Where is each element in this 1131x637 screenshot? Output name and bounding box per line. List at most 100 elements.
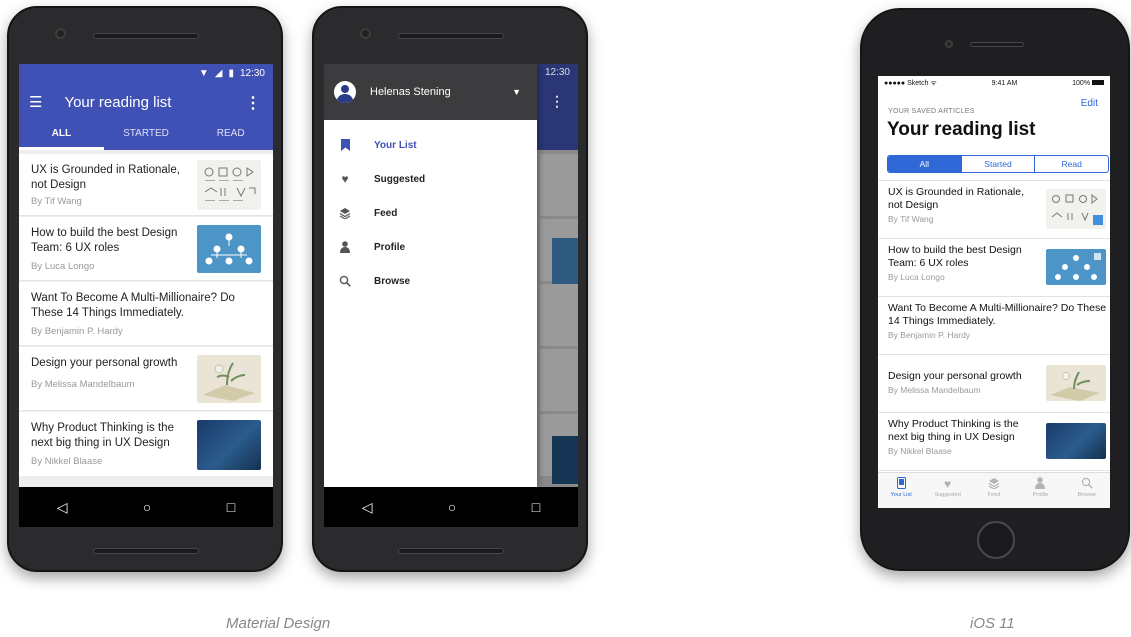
segmented-control: All Started Read bbox=[887, 155, 1109, 173]
system-nav-bar: ◁ ○ □ bbox=[19, 487, 273, 527]
article-author: By Luca Longo bbox=[888, 272, 945, 282]
article-title: Why Product Thinking is the next big thi… bbox=[31, 422, 174, 449]
section-subtitle: YOUR SAVED ARTICLES bbox=[888, 108, 975, 115]
front-camera bbox=[360, 28, 371, 39]
navigation-drawer: Helenas Stening ▼ Your List ♥ Suggested … bbox=[324, 64, 537, 487]
tab-suggested[interactable]: ♥ Suggested bbox=[924, 473, 970, 508]
drawer-item-label: Feed bbox=[374, 207, 398, 219]
home-button[interactable] bbox=[977, 521, 1015, 559]
drawer-item-label: Your List bbox=[374, 139, 417, 151]
app-bar: ☰ Your reading list ⋮ bbox=[19, 82, 273, 122]
segment-all[interactable]: All bbox=[888, 156, 961, 172]
home-icon[interactable]: ○ bbox=[143, 499, 151, 515]
more-vert-icon[interactable]: ⋮ bbox=[245, 93, 261, 113]
list-item[interactable]: Design your personal growth By Melissa M… bbox=[19, 347, 273, 411]
tab-browse[interactable]: Browse bbox=[1064, 473, 1110, 508]
drawer-item-your-list[interactable]: Your List bbox=[324, 128, 537, 162]
tab-profile[interactable]: Profile bbox=[1017, 473, 1063, 508]
caption-material: Material Design bbox=[226, 615, 331, 632]
back-icon[interactable]: ◁ bbox=[362, 499, 373, 516]
back-icon[interactable]: ◁ bbox=[57, 499, 68, 516]
list-item[interactable]: Want To Become A Multi-Millionaire? Do T… bbox=[878, 297, 1110, 355]
tab-started[interactable]: STARTED bbox=[104, 122, 189, 150]
drawer-item-label: Suggested bbox=[374, 173, 426, 185]
more-vert-icon: ⋮ bbox=[550, 93, 564, 109]
list-item[interactable]: How to build the best Design Team: 6 UX … bbox=[878, 239, 1110, 297]
article-author: By Benjamin P. Hardy bbox=[888, 330, 971, 340]
battery-icon: ▮ bbox=[228, 67, 234, 79]
drawer-item-profile[interactable]: Profile bbox=[324, 230, 537, 264]
signal-icon: ◢ bbox=[214, 67, 223, 79]
list-item[interactable]: Why Product Thinking is the next big thi… bbox=[878, 413, 1110, 471]
heart-icon: ♥ bbox=[341, 172, 349, 186]
tab-your-list[interactable]: Your List bbox=[878, 473, 924, 508]
drawer-item-label: Browse bbox=[374, 275, 411, 287]
status-time: 12:30 bbox=[544, 67, 570, 78]
segment-started[interactable]: Started bbox=[960, 156, 1035, 172]
status-bar: ●●●●● Sketch ᯤ 9:41 AM 100% bbox=[878, 76, 1110, 90]
menu-icon[interactable]: ☰ bbox=[29, 93, 42, 111]
tab-feed[interactable]: Feed bbox=[971, 473, 1017, 508]
article-thumbnail bbox=[1046, 365, 1106, 401]
article-author: By Nikkel Blaase bbox=[31, 456, 103, 467]
list-item[interactable]: UX is Grounded in Rationale, not Design … bbox=[878, 181, 1110, 239]
edit-button[interactable]: Edit bbox=[1081, 98, 1098, 109]
wifi-icon: ▼ bbox=[198, 67, 209, 79]
article-thumbnail bbox=[1046, 249, 1106, 285]
article-author: By Nikkel Blaase bbox=[888, 446, 952, 456]
top-speaker bbox=[970, 42, 1024, 47]
status-bar: ▼ ◢ ▮ 12:30 bbox=[19, 64, 273, 82]
person-icon bbox=[338, 240, 352, 254]
article-title: Design your personal growth bbox=[31, 357, 178, 369]
tab-read[interactable]: READ bbox=[188, 122, 273, 150]
drawer-item-feed[interactable]: Feed bbox=[324, 196, 537, 230]
front-camera bbox=[945, 40, 953, 48]
tab-bar: Your List ♥ Suggested Feed Profile Browse bbox=[878, 472, 1110, 508]
article-thumbnail bbox=[197, 160, 261, 210]
person-icon bbox=[1017, 477, 1063, 492]
search-icon bbox=[1064, 477, 1110, 492]
android-phone-drawer: 12:30 ⋮ Helenas Stening ▼ Your List ♥ Su… bbox=[312, 6, 588, 572]
iphone: ●●●●● Sketch ᯤ 9:41 AM 100% YOUR SAVED A… bbox=[860, 8, 1130, 571]
list-item[interactable]: Why Product Thinking is the next big thi… bbox=[19, 412, 273, 476]
article-title: Want To Become A Multi-Millionaire? Do T… bbox=[888, 302, 1107, 327]
status-time: 12:30 bbox=[239, 67, 265, 79]
battery-label: 100% bbox=[1072, 80, 1104, 87]
recents-icon[interactable]: □ bbox=[227, 499, 235, 515]
article-title: Why Product Thinking is the next big thi… bbox=[888, 418, 1019, 443]
page-title: Your reading list bbox=[64, 93, 172, 111]
list-item[interactable]: UX is Grounded in Rationale, not Design … bbox=[19, 154, 273, 216]
home-icon[interactable]: ○ bbox=[448, 499, 456, 515]
caption-ios: iOS 11 bbox=[970, 615, 1015, 632]
list-item[interactable]: How to build the best Design Team: 6 UX … bbox=[19, 217, 273, 281]
article-author: By Benjamin P. Hardy bbox=[31, 326, 123, 337]
front-camera bbox=[55, 28, 66, 39]
article-list: UX is Grounded in Rationale, not Design … bbox=[19, 150, 273, 487]
heart-icon: ♥ bbox=[944, 477, 952, 491]
page-title: Your reading list bbox=[887, 119, 1036, 140]
system-nav-bar: ◁ ○ □ bbox=[324, 487, 578, 527]
article-title: UX is Grounded in Rationale, not Design bbox=[888, 186, 1024, 211]
segment-read[interactable]: Read bbox=[1034, 156, 1108, 172]
drawer-item-suggested[interactable]: ♥ Suggested bbox=[324, 162, 537, 196]
article-title: Design your personal growth bbox=[888, 370, 1022, 382]
drawer-header[interactable]: Helenas Stening ▼ bbox=[324, 64, 537, 120]
dropdown-icon[interactable]: ▼ bbox=[512, 87, 521, 97]
drawer-item-label: Profile bbox=[374, 241, 406, 253]
top-speaker bbox=[398, 33, 504, 39]
status-time: 9:41 AM bbox=[991, 79, 1018, 87]
list-item[interactable]: Design your personal growth By Melissa M… bbox=[878, 355, 1110, 413]
list-item[interactable]: Want To Become A Multi-Millionaire? Do T… bbox=[19, 282, 273, 346]
top-speaker bbox=[93, 33, 199, 39]
article-title: UX is Grounded in Rationale, not Design bbox=[31, 164, 180, 191]
tab-all[interactable]: ALL bbox=[19, 122, 104, 150]
article-title: How to build the best Design Team: 6 UX … bbox=[31, 227, 178, 254]
drawer-item-browse[interactable]: Browse bbox=[324, 264, 537, 298]
article-title: Want To Become A Multi-Millionaire? Do T… bbox=[31, 292, 235, 319]
article-author: By Melissa Mandelbaum bbox=[888, 385, 981, 395]
article-list: UX is Grounded in Rationale, not Design … bbox=[878, 180, 1110, 472]
article-author: By Luca Longo bbox=[31, 261, 95, 272]
recents-icon[interactable]: □ bbox=[532, 499, 540, 515]
bottom-speaker bbox=[398, 548, 504, 554]
bookmark-icon bbox=[878, 477, 924, 492]
